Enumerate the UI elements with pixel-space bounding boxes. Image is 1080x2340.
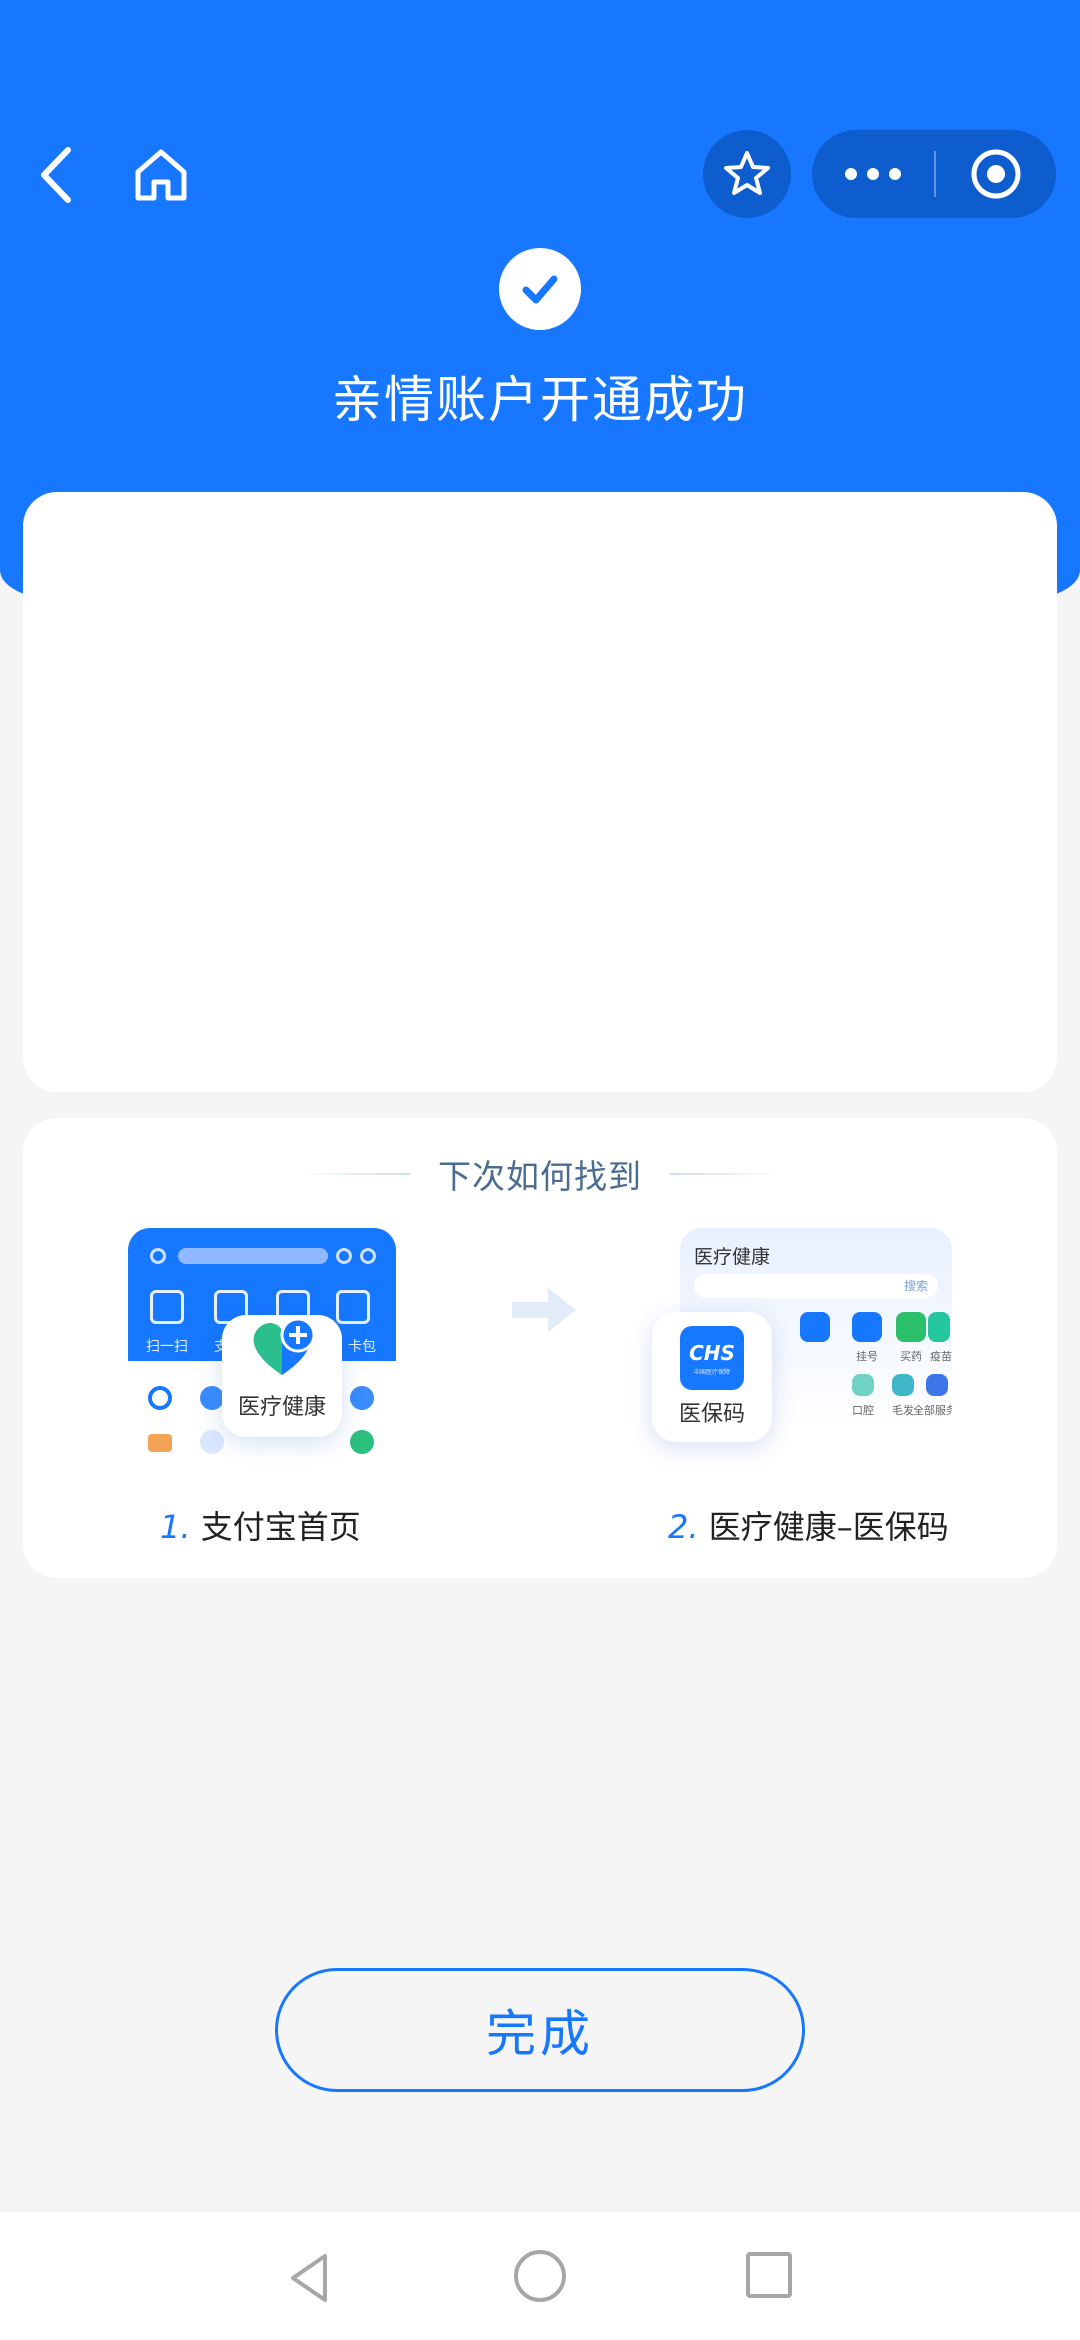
service-icon <box>350 1430 374 1454</box>
close-target-icon[interactable] <box>936 130 1056 218</box>
mock-search: 搜索 <box>694 1274 938 1298</box>
app-icon <box>926 1374 948 1396</box>
app-icon <box>852 1312 882 1342</box>
page-title: 亲情账户开通成功 <box>332 371 748 429</box>
heart-plus-icon <box>253 1317 316 1375</box>
scan-icon <box>150 1290 184 1324</box>
mock-label: 疫苗 <box>930 1350 952 1363</box>
app-icon <box>852 1374 874 1396</box>
medical-health-app-icon: 医疗健康 <box>222 1315 342 1437</box>
arrow-right-icon <box>508 1282 580 1338</box>
divider-line <box>300 1173 410 1175</box>
guide-title: 下次如何找到 <box>438 1157 642 1196</box>
mock-label: 全部服务 <box>913 1404 952 1417</box>
success-check <box>499 248 581 330</box>
chs-logo-icon: CHS 中国医疗保障 <box>680 1326 744 1390</box>
divider-line <box>670 1173 780 1175</box>
mock-label: 卡包 <box>348 1339 376 1355</box>
more-arrows-icon <box>350 1386 374 1410</box>
medical-insurance-code-app-icon: CHS 中国医疗保障 医保码 <box>652 1312 772 1442</box>
step-1-caption: 1. 支付宝首页 <box>160 1508 361 1546</box>
app-label: 医疗健康 <box>237 1395 326 1420</box>
done-button[interactable]: 完成 <box>275 1968 805 2092</box>
app-icon <box>896 1312 926 1342</box>
app-label: 医保码 <box>678 1402 745 1427</box>
app-icon <box>928 1312 950 1342</box>
e-icon <box>148 1386 172 1410</box>
back-arrow-icon[interactable] <box>30 140 90 210</box>
home-icon[interactable] <box>128 140 194 210</box>
checkmark-icon <box>522 275 558 304</box>
home-circle-icon[interactable] <box>514 2250 566 2302</box>
wallet-icon <box>336 1290 370 1324</box>
service-icon <box>200 1430 224 1454</box>
mini-program-capsule <box>812 130 1056 218</box>
mock-label: 挂号 <box>856 1350 878 1363</box>
guide-title-row: 下次如何找到 <box>0 1150 1080 1198</box>
app-icon <box>892 1374 914 1396</box>
heart-icon <box>200 1386 224 1410</box>
content-card <box>23 492 1057 1092</box>
step-2-caption: 2. 医疗健康–医保码 <box>668 1508 949 1546</box>
app-icon <box>800 1312 830 1342</box>
mock-label: 扫一扫 <box>146 1339 188 1355</box>
mock-title: 医疗健康 <box>694 1246 771 1268</box>
back-triangle-icon[interactable] <box>285 2250 335 2306</box>
more-dots-icon[interactable] <box>812 130 934 218</box>
recents-square-icon[interactable] <box>746 2252 792 2298</box>
card-icon <box>148 1434 172 1452</box>
favorite-button[interactable] <box>703 130 791 218</box>
star-icon <box>724 151 770 195</box>
